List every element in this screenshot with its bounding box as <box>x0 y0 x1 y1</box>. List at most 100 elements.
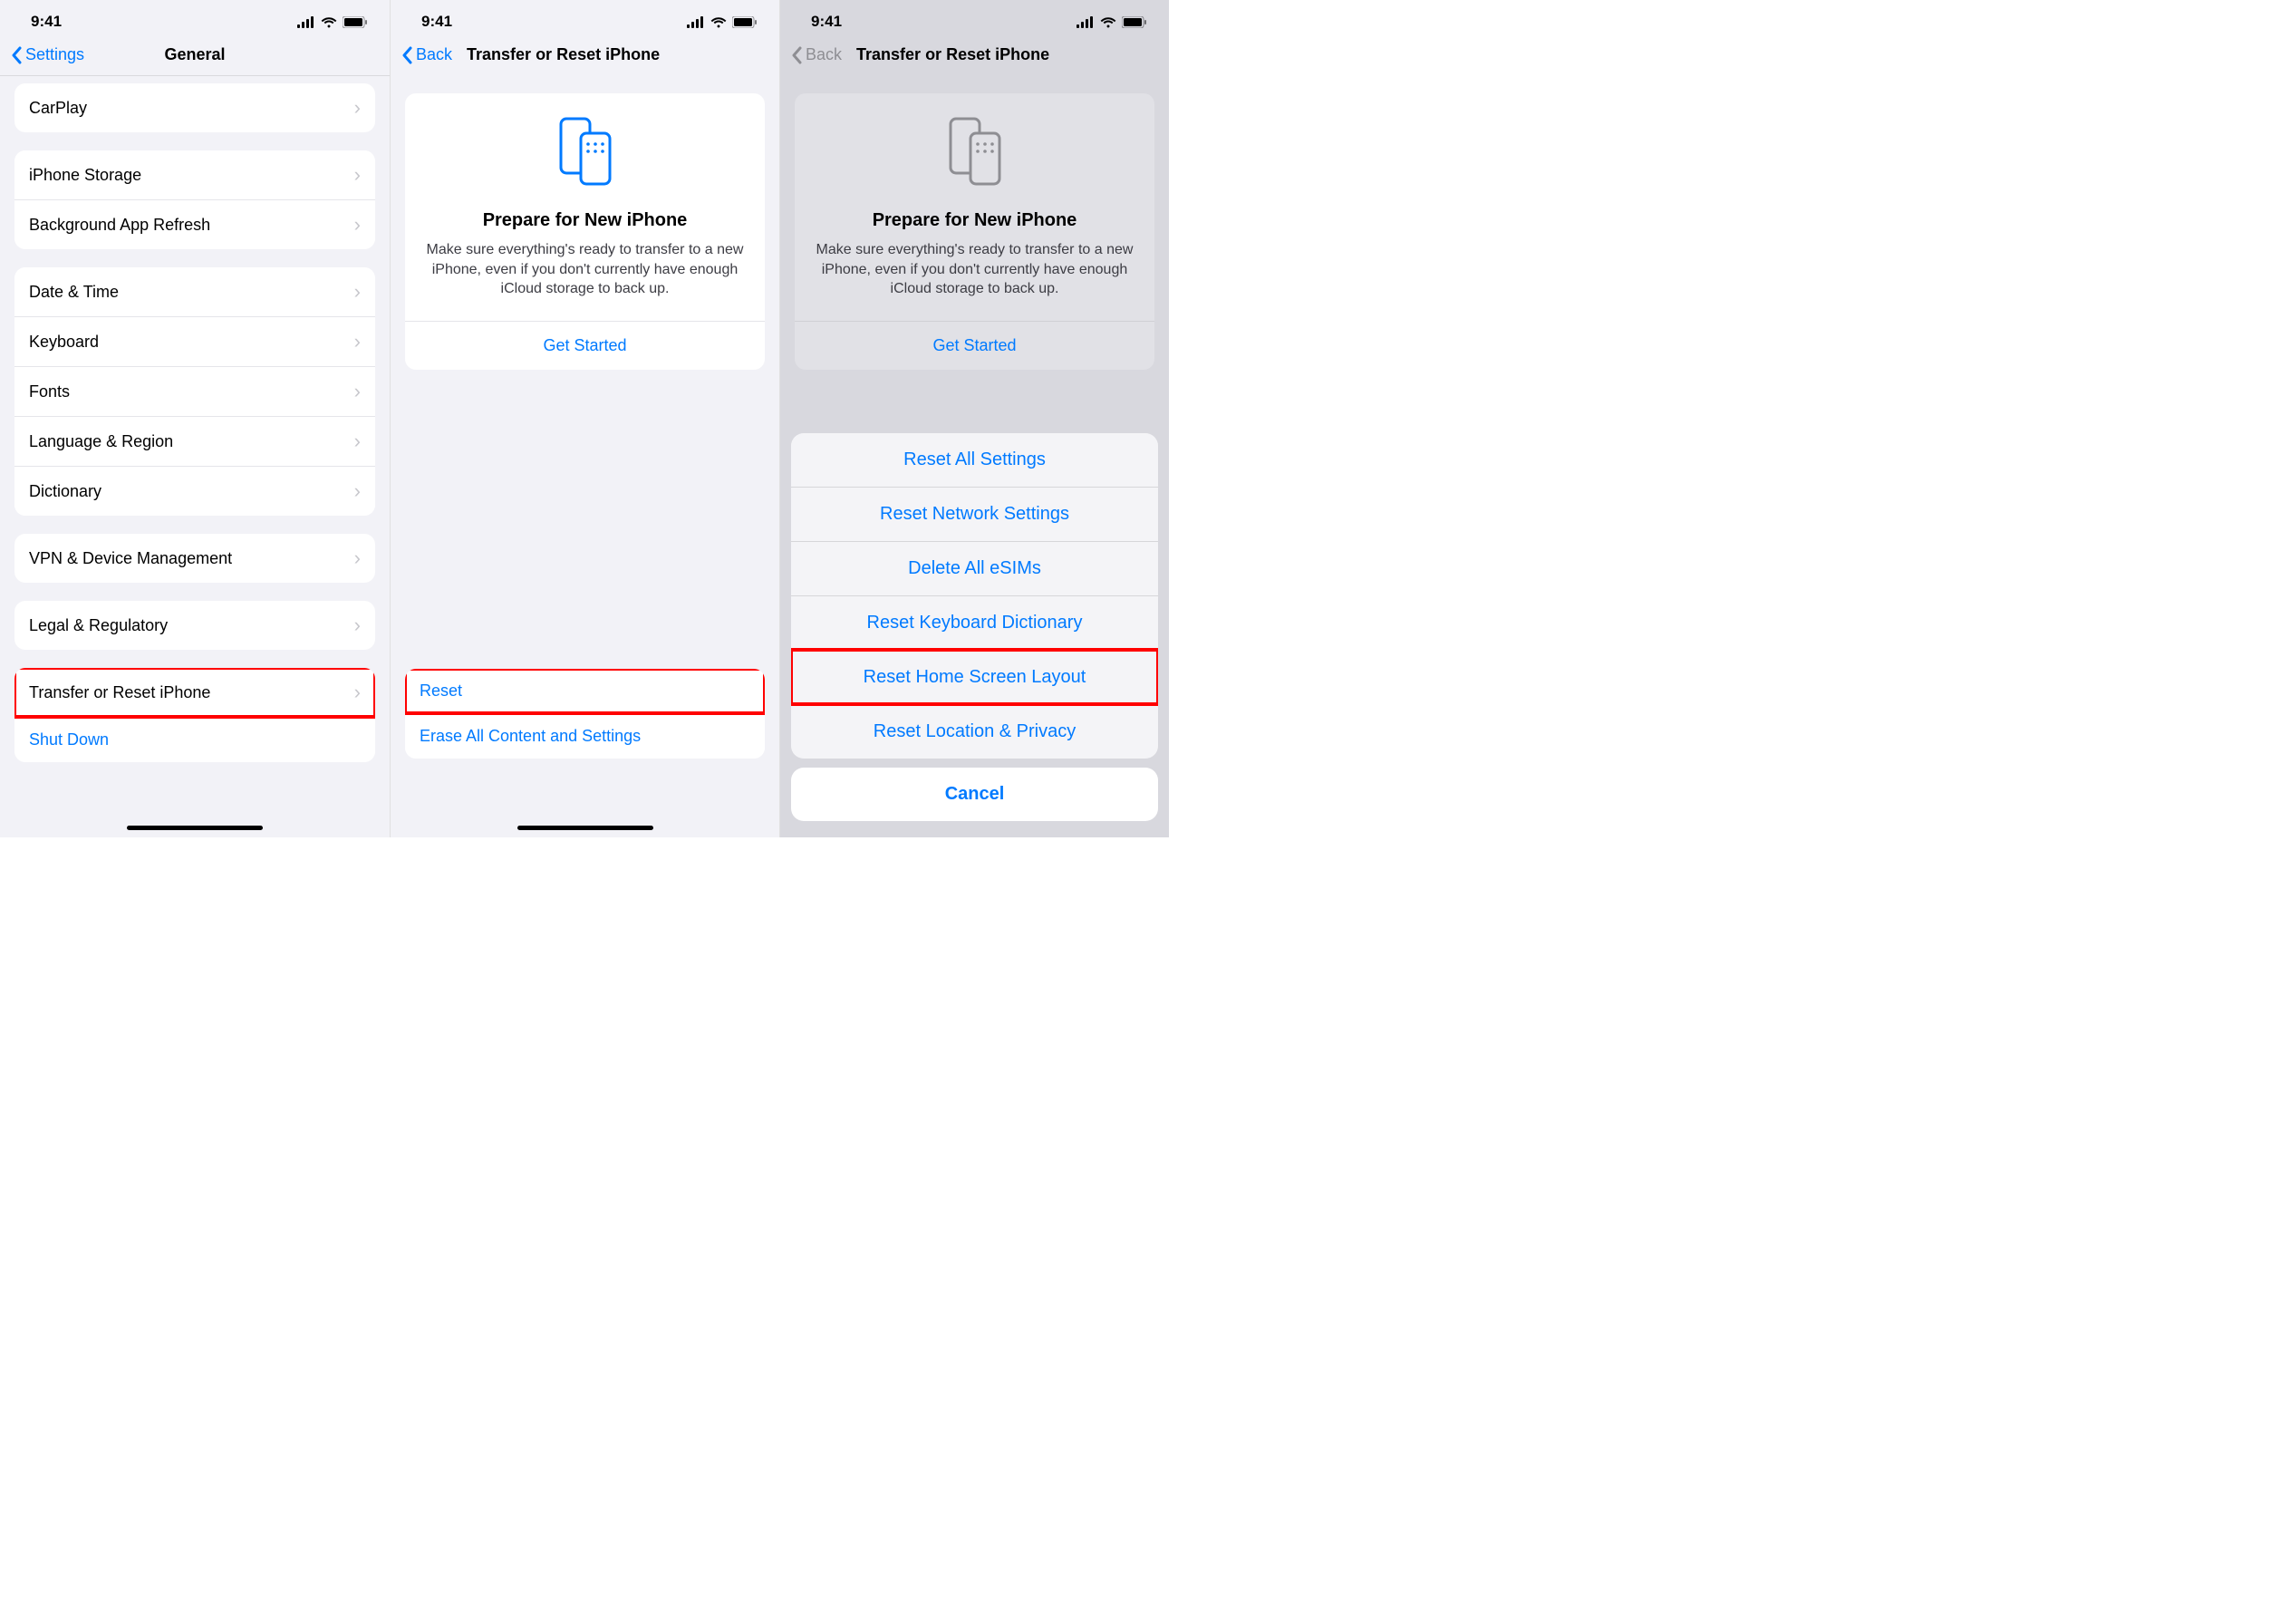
chevron-right-icon: › <box>354 614 361 637</box>
back-button: Back <box>791 45 842 64</box>
status-time: 9:41 <box>421 13 452 31</box>
chevron-right-icon: › <box>354 96 361 120</box>
group-legal: Legal & Regulatory › <box>14 601 375 650</box>
row-label: Shut Down <box>29 730 109 749</box>
row-label: Language & Region <box>29 432 173 451</box>
battery-icon <box>732 16 758 28</box>
row-keyboard[interactable]: Keyboard › <box>14 316 375 366</box>
sheet-reset-all-settings[interactable]: Reset All Settings <box>791 433 1158 487</box>
cellular-icon <box>687 16 705 28</box>
nav-title: Transfer or Reset iPhone <box>467 45 660 64</box>
screen-general-settings: 9:41 Settings General CarPlay › iPhone St… <box>0 0 390 837</box>
row-dictionary[interactable]: Dictionary › <box>14 466 375 516</box>
status-indicators <box>687 16 758 28</box>
nav-bar: Back Transfer or Reset iPhone <box>780 38 1169 75</box>
row-label: VPN & Device Management <box>29 549 232 568</box>
cellular-icon <box>297 16 315 28</box>
chevron-right-icon: › <box>354 479 361 503</box>
row-label: Transfer or Reset iPhone <box>29 683 210 702</box>
reset-action-sheet: Reset All Settings Reset Network Setting… <box>791 433 1158 821</box>
row-date-time[interactable]: Date & Time › <box>14 267 375 316</box>
row-label: CarPlay <box>29 99 87 118</box>
chevron-left-icon <box>791 46 802 64</box>
group-carplay: CarPlay › <box>14 83 375 132</box>
row-carplay[interactable]: CarPlay › <box>14 83 375 132</box>
chevron-right-icon: › <box>354 330 361 353</box>
action-sheet-options: Reset All Settings Reset Network Setting… <box>791 433 1158 759</box>
sheet-reset-location-privacy[interactable]: Reset Location & Privacy <box>791 704 1158 759</box>
chevron-right-icon: › <box>354 430 361 453</box>
group-storage: iPhone Storage › Background App Refresh › <box>14 150 375 249</box>
status-bar: 9:41 <box>391 0 779 38</box>
settings-content: CarPlay › iPhone Storage › Background App … <box>0 83 390 762</box>
sheet-delete-all-esims[interactable]: Delete All eSIMs <box>791 541 1158 595</box>
status-time: 9:41 <box>31 13 62 31</box>
wifi-icon <box>710 16 727 28</box>
group-vpn: VPN & Device Management › <box>14 534 375 583</box>
status-indicators <box>297 16 368 28</box>
reset-options-group: Reset Erase All Content and Settings <box>405 669 765 759</box>
row-label: Keyboard <box>29 333 99 352</box>
wifi-icon <box>1100 16 1116 28</box>
row-label: Date & Time <box>29 283 119 302</box>
wifi-icon <box>321 16 337 28</box>
sheet-reset-keyboard-dictionary[interactable]: Reset Keyboard Dictionary <box>791 595 1158 650</box>
row-fonts[interactable]: Fonts › <box>14 366 375 416</box>
chevron-right-icon: › <box>354 213 361 237</box>
get-started-button: Get Started <box>795 321 1154 370</box>
row-reset[interactable]: Reset <box>405 669 765 713</box>
row-label: Erase All Content and Settings <box>420 727 641 746</box>
row-shut-down[interactable]: Shut Down <box>14 717 375 762</box>
card-title: Prepare for New iPhone <box>423 210 747 231</box>
battery-icon <box>1122 16 1147 28</box>
chevron-left-icon <box>11 46 22 64</box>
status-bar: 9:41 <box>0 0 390 38</box>
two-phones-icon <box>943 115 1007 192</box>
row-legal-regulatory[interactable]: Legal & Regulatory › <box>14 601 375 650</box>
nav-title: Transfer or Reset iPhone <box>856 45 1049 64</box>
nav-bar: Settings General <box>0 38 390 76</box>
row-erase-all[interactable]: Erase All Content and Settings <box>405 713 765 759</box>
chevron-left-icon <box>401 46 412 64</box>
row-transfer-or-reset[interactable]: Transfer or Reset iPhone › <box>14 668 375 717</box>
status-bar: 9:41 <box>780 0 1169 38</box>
back-label: Back <box>806 45 842 64</box>
row-iphone-storage[interactable]: iPhone Storage › <box>14 150 375 199</box>
row-label: Background App Refresh <box>29 216 210 235</box>
back-button[interactable]: Settings <box>11 45 84 64</box>
battery-icon <box>343 16 368 28</box>
card-title: Prepare for New iPhone <box>813 210 1136 231</box>
screen-reset-action-sheet: 9:41 Back Transfer or Reset iPhone Prepa… <box>779 0 1169 837</box>
chevron-right-icon: › <box>354 380 361 403</box>
row-label: Reset <box>420 682 462 701</box>
chevron-right-icon: › <box>354 280 361 304</box>
back-label: Back <box>416 45 452 64</box>
sheet-cancel-button[interactable]: Cancel <box>791 768 1158 821</box>
status-indicators <box>1077 16 1147 28</box>
home-indicator[interactable] <box>127 826 263 830</box>
chevron-right-icon: › <box>354 163 361 187</box>
home-indicator[interactable] <box>517 826 653 830</box>
row-label: Fonts <box>29 382 70 401</box>
row-label: Dictionary <box>29 482 101 501</box>
row-background-app-refresh[interactable]: Background App Refresh › <box>14 199 375 249</box>
get-started-button[interactable]: Get Started <box>405 321 765 370</box>
back-button[interactable]: Back <box>401 45 452 64</box>
row-label: iPhone Storage <box>29 166 141 185</box>
row-language-region[interactable]: Language & Region › <box>14 416 375 466</box>
sheet-reset-home-screen-layout[interactable]: Reset Home Screen Layout <box>791 650 1158 704</box>
group-locale: Date & Time › Keyboard › Fonts › Language &… <box>14 267 375 516</box>
cellular-icon <box>1077 16 1095 28</box>
two-phones-icon <box>554 115 617 192</box>
chevron-right-icon: › <box>354 681 361 704</box>
row-vpn-device-management[interactable]: VPN & Device Management › <box>14 534 375 583</box>
screen-transfer-or-reset: 9:41 Back Transfer or Reset iPhone Prepa… <box>390 0 779 837</box>
status-time: 9:41 <box>811 13 842 31</box>
back-label: Settings <box>25 45 84 64</box>
prepare-card: Prepare for New iPhone Make sure everyth… <box>795 93 1154 370</box>
nav-bar: Back Transfer or Reset iPhone <box>391 38 779 75</box>
sheet-reset-network-settings[interactable]: Reset Network Settings <box>791 487 1158 541</box>
row-label: Legal & Regulatory <box>29 616 168 635</box>
card-description: Make sure everything's ready to transfer… <box>423 240 747 299</box>
chevron-right-icon: › <box>354 546 361 570</box>
